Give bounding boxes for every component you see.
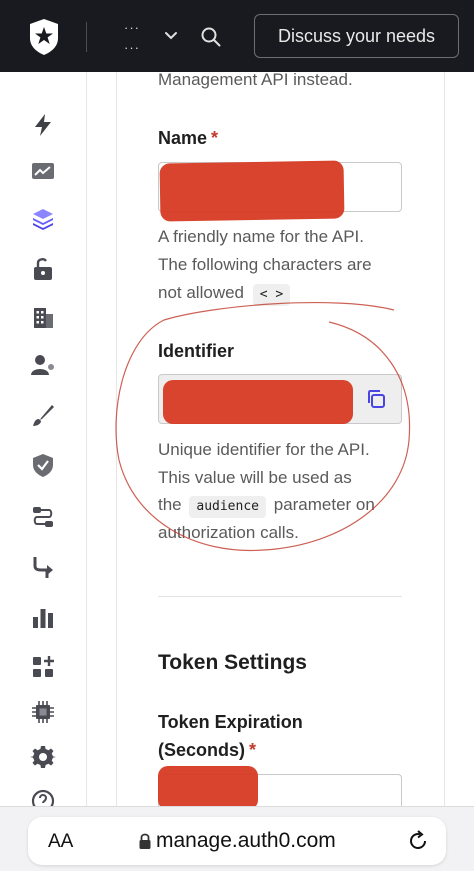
required-mark: * xyxy=(211,128,219,148)
token-expiration-label-line-1: Token Expiration xyxy=(158,712,303,732)
name-help-line-1: A friendly name for the API. xyxy=(158,227,365,246)
tenant-dots-bottom: ··· xyxy=(124,40,140,55)
top-bar-separator xyxy=(86,22,87,52)
url-field[interactable]: AA manage.auth0.com xyxy=(28,817,446,865)
browser-address-bar: AA manage.auth0.com xyxy=(0,806,474,871)
reader-text-size-button[interactable]: AA xyxy=(48,831,73,853)
token-settings-heading: Token Settings xyxy=(158,651,307,674)
auth0-logo-icon[interactable] xyxy=(27,18,61,56)
actions-icon[interactable] xyxy=(30,554,56,580)
token-expiration-label-line-2: (Seconds) xyxy=(158,740,246,760)
sidebar xyxy=(0,72,87,813)
user-management-icon[interactable] xyxy=(30,352,56,378)
activity-icon[interactable] xyxy=(30,159,56,185)
section-divider xyxy=(158,596,402,597)
pipeline-icon[interactable] xyxy=(30,504,56,530)
url-text: manage.auth0.com xyxy=(156,829,336,852)
required-mark: * xyxy=(249,740,257,760)
tenant-dots-top: ··· xyxy=(124,20,140,35)
hand-drawn-circle-annotation xyxy=(115,302,411,552)
lock-icon xyxy=(139,833,151,849)
reload-icon[interactable] xyxy=(406,829,430,853)
redaction-mark xyxy=(158,766,258,810)
settings-icon[interactable] xyxy=(30,744,56,770)
token-expiration-label: (Seconds) * xyxy=(158,740,256,761)
authentication-icon[interactable] xyxy=(30,256,56,282)
content-panel-border-right xyxy=(444,72,445,812)
branding-icon[interactable] xyxy=(30,402,56,428)
security-icon[interactable] xyxy=(30,452,56,478)
redaction-mark xyxy=(159,160,345,222)
organizations-icon[interactable] xyxy=(30,305,56,331)
extensions-icon[interactable] xyxy=(30,699,56,725)
top-bar: ··· ··· Discuss your needs xyxy=(0,0,474,72)
name-help-line-2: The following characters are xyxy=(158,255,372,274)
intro-text-tail: Management API instead. xyxy=(158,70,353,89)
bolt-icon[interactable] xyxy=(30,112,56,138)
applications-icon[interactable] xyxy=(30,206,56,232)
chevron-down-icon[interactable] xyxy=(163,28,179,44)
name-label-text: Name xyxy=(158,128,208,148)
discuss-your-needs-button[interactable]: Discuss your needs xyxy=(254,14,459,58)
tenant-selector[interactable]: ··· ··· xyxy=(124,20,140,55)
monitoring-icon[interactable] xyxy=(30,604,56,630)
search-icon[interactable] xyxy=(200,26,222,48)
marketplace-icon[interactable] xyxy=(30,654,56,680)
name-label: Name * xyxy=(158,128,218,149)
